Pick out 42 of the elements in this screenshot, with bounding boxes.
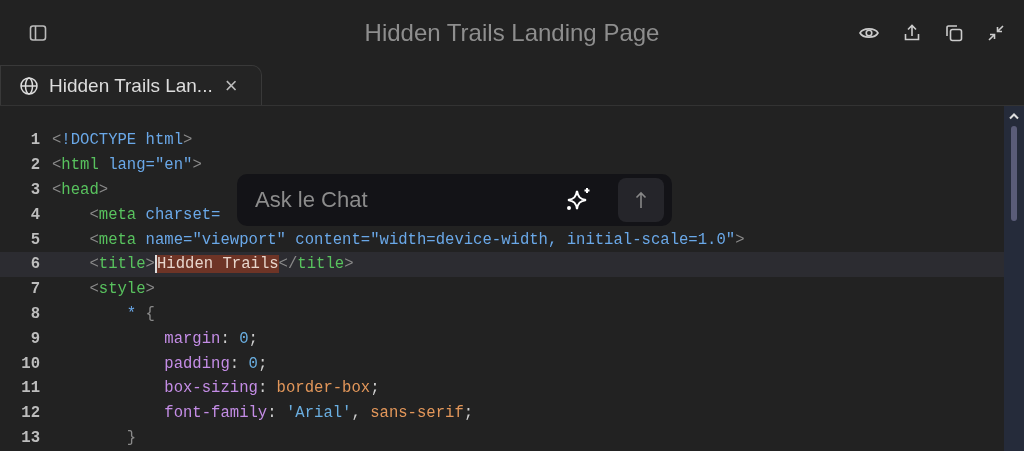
code-line: margin: 0; (163, 329, 258, 348)
collapse-icon[interactable] (986, 22, 1006, 43)
line-number: 12 (20, 404, 41, 423)
line-number: 13 (20, 428, 41, 447)
scrollbar[interactable] (1004, 106, 1024, 451)
line-number: 1 (29, 131, 41, 150)
code-line: <!DOCTYPE html> (52, 131, 193, 150)
line-number: 3 (29, 181, 41, 199)
arrow-up-icon (634, 190, 648, 210)
line-number: 10 (20, 354, 41, 373)
code-line: <meta charset= (88, 205, 221, 224)
close-tab-button[interactable]: × (222, 74, 240, 97)
window-title: Hidden Trails Landing Page (364, 18, 660, 47)
code-line: <html lang="en"> (52, 156, 202, 175)
code-line: padding: 0; (163, 354, 268, 373)
code-line: <style> (88, 280, 155, 299)
chat-input[interactable]: Ask le Chat (253, 186, 548, 214)
line-number: 9 (29, 329, 41, 348)
globe-icon (19, 75, 39, 96)
scroll-up-icon[interactable] (1008, 112, 1020, 120)
line-number: 7 (29, 280, 41, 299)
code-line: box-sizing: border-box; (163, 379, 380, 398)
line-number: 8 (29, 304, 41, 323)
share-icon[interactable] (902, 22, 922, 43)
scrollbar-thumb[interactable] (1011, 126, 1017, 221)
line-number: 2 (29, 156, 41, 175)
code-line: <meta name="viewport" content="width=device-width, initial-scale=1.0"> (88, 230, 745, 249)
code-line: <title>Hidden Trails</title> (88, 255, 354, 274)
line-number: 4 (29, 205, 41, 224)
sidebar-toggle-icon[interactable] (28, 22, 48, 43)
file-tab[interactable]: Hidden Trails Lan... × (0, 65, 262, 105)
code-line: font-family: 'Arial', sans-serif; (163, 404, 474, 423)
tab-label: Hidden Trails Lan... (49, 74, 213, 97)
send-button[interactable] (618, 178, 664, 222)
chat-field[interactable]: Ask le Chat (237, 174, 672, 226)
line-number: 11 (20, 379, 41, 398)
line-number: 6 (29, 255, 41, 274)
code-line: * { (125, 304, 155, 323)
code-line: } (125, 428, 137, 447)
line-number: 5 (29, 230, 41, 249)
copy-icon[interactable] (944, 22, 964, 43)
code-line: <head> (52, 181, 109, 199)
